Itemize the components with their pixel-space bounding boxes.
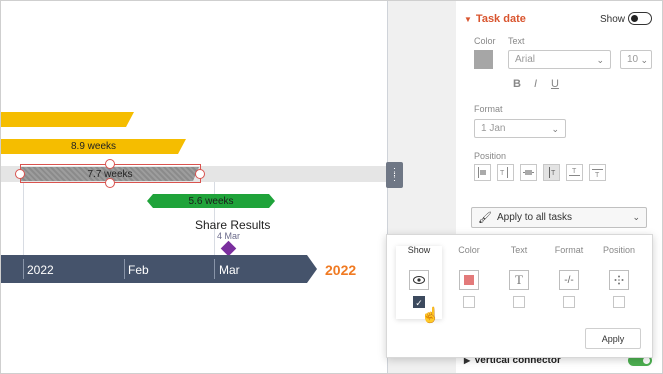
popup-column-position: Position	[596, 245, 642, 308]
position-center-button[interactable]	[520, 164, 537, 181]
task-duration-label: 5.6 weeks	[188, 195, 234, 207]
align-center-icon	[523, 170, 534, 175]
position-left-button[interactable]	[474, 164, 491, 181]
position-label: Position	[474, 151, 507, 161]
timeline-tick	[214, 259, 215, 279]
resize-handle[interactable]	[105, 159, 115, 169]
position-below-button[interactable]: T	[589, 164, 606, 181]
text-icon[interactable]: T	[509, 270, 529, 290]
column-header: Show	[407, 245, 431, 255]
svg-text:T: T	[500, 170, 505, 177]
resize-handle[interactable]	[195, 169, 205, 179]
popup-column-format: Format -/-	[546, 245, 592, 308]
format-checkbox[interactable]	[563, 296, 575, 308]
toggle-knob	[631, 15, 638, 22]
text-checkbox[interactable]	[513, 296, 525, 308]
popup-column-text: Text T	[496, 245, 542, 308]
toggle-knob	[643, 357, 650, 364]
resize-handle[interactable]	[105, 178, 115, 188]
apply-to-all-tasks-dropdown[interactable]: 🖌 Apply to all tasks ⌄	[471, 207, 647, 228]
align-left-icon	[478, 167, 486, 178]
color-swatch-icon[interactable]	[459, 270, 479, 290]
font-size-value: 10	[627, 54, 639, 65]
format-label: Format	[474, 104, 503, 114]
caret-down-icon: ▼	[464, 14, 472, 24]
column-header: Position	[602, 245, 636, 255]
position-icon[interactable]	[609, 270, 629, 290]
eye-icon[interactable]	[409, 270, 429, 290]
hand-cursor-icon: ☝	[421, 307, 440, 324]
font-value: Arial	[515, 54, 536, 65]
chevron-down-icon: ⌄	[551, 124, 559, 134]
apply-all-label: Apply to all tasks	[496, 212, 573, 223]
timeline-label: Mar	[219, 263, 240, 277]
paint-brush-icon: 🖌	[478, 212, 492, 224]
align-inside-right-icon: T	[549, 167, 556, 178]
show-toggle[interactable]	[628, 12, 652, 25]
gantt-canvas[interactable]: 8.9 weeks 7.7 weeks 5.6 weeks Share Resu…	[1, 1, 387, 373]
svg-text:T: T	[572, 168, 577, 175]
chevron-down-icon: ⌄	[640, 55, 648, 65]
task-bar[interactable]: 5.6 weeks	[147, 194, 275, 208]
column-header: Text	[510, 245, 528, 255]
milestone-title: Share Results	[195, 218, 271, 232]
align-below-icon: T	[592, 169, 603, 178]
position-above-button[interactable]: T	[566, 164, 583, 181]
task-bar[interactable]	[1, 112, 134, 127]
underline-button[interactable]: U	[551, 78, 559, 90]
column-header: Color	[458, 245, 480, 255]
svg-text:T: T	[595, 172, 600, 178]
apply-options-popup: Show ✓ Color Text T Format -/- Position	[386, 234, 653, 358]
position-checkbox[interactable]	[613, 296, 625, 308]
svg-text:T: T	[551, 170, 556, 177]
chevron-down-icon: ⌄	[596, 55, 604, 65]
timeline-year: 2022	[325, 262, 357, 278]
timeline-tick	[23, 259, 24, 279]
position-inside-left-button[interactable]: T	[497, 164, 514, 181]
bold-button[interactable]: B	[513, 78, 521, 90]
section-title: Task date	[475, 13, 526, 25]
popup-column-show: Show ✓	[396, 245, 442, 308]
section-header[interactable]: ▼ Task date	[464, 13, 526, 25]
text-label: Text	[508, 36, 525, 46]
timeline-tick	[124, 259, 125, 279]
color-swatch[interactable]	[474, 50, 493, 69]
timeline-label: Feb	[128, 263, 149, 277]
format-value: 1 Jan	[481, 123, 506, 134]
resize-handle[interactable]	[15, 169, 25, 179]
apply-button[interactable]: Apply	[585, 328, 641, 349]
format-select[interactable]: 1 Jan ⌄	[474, 119, 566, 138]
position-inside-right-button[interactable]: T	[543, 164, 560, 181]
task-duration-label: 8.9 weeks	[70, 141, 117, 152]
timeline-label: 2022	[27, 263, 54, 277]
align-above-icon: T	[569, 168, 580, 176]
popup-column-color: Color	[446, 245, 492, 308]
drag-handle-icon[interactable]: ⋮ ⋮	[386, 162, 403, 188]
font-select[interactable]: Arial ⌄	[508, 50, 611, 69]
align-inside-left-icon: T	[500, 167, 508, 178]
grid-line	[23, 181, 24, 256]
format-icon[interactable]: -/-	[559, 270, 579, 290]
color-checkbox[interactable]	[463, 296, 475, 308]
show-label: Show	[600, 14, 626, 25]
app-window: 8.9 weeks 7.7 weeks 5.6 weeks Share Resu…	[0, 0, 663, 374]
italic-button[interactable]: I	[534, 78, 537, 90]
column-header: Format	[554, 245, 584, 255]
font-size-select[interactable]: 10 ⌄	[620, 50, 652, 69]
milestone-diamond-icon[interactable]	[220, 240, 237, 257]
milestone-date: 4 Mar	[217, 231, 241, 241]
color-label: Color	[474, 36, 496, 46]
chevron-down-icon: ⌄	[632, 212, 640, 222]
task-bar[interactable]: 8.9 weeks	[1, 139, 186, 154]
